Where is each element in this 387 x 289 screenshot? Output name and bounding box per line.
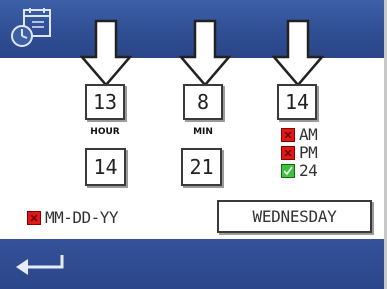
am-label: AM: [299, 125, 318, 144]
unchecked-icon: [281, 146, 295, 160]
minute-field[interactable]: 21: [181, 148, 222, 186]
unchecked-icon: [27, 211, 41, 225]
date-first-field[interactable]: 13: [85, 84, 125, 120]
24h-label: 24: [299, 161, 318, 180]
date-format-option[interactable]: MM-DD-YY: [27, 208, 119, 227]
down-arrow-icon: [80, 19, 132, 87]
date-time-settings-screen: 13 8 14 HOUR MIN 14 21 AM PM 24 MM-DD-YY…: [0, 0, 384, 289]
hour-field[interactable]: 14: [85, 148, 126, 186]
down-arrow-icon: [272, 19, 324, 87]
date-third-field[interactable]: 14: [277, 84, 317, 120]
footer-bar: [0, 239, 384, 289]
am-option[interactable]: AM: [281, 125, 318, 144]
unchecked-icon: [281, 128, 295, 142]
date-format-label: MM-DD-YY: [45, 208, 119, 227]
24h-option[interactable]: 24: [281, 161, 318, 180]
weekday-field[interactable]: WEDNESDAY: [217, 200, 372, 233]
down-arrow-icon: [179, 19, 231, 87]
date-second-field[interactable]: 8: [183, 84, 223, 120]
calendar-clock-icon: [11, 8, 51, 47]
hour-label: HOUR: [90, 127, 120, 137]
pm-label: PM: [299, 143, 318, 162]
back-arrow-icon[interactable]: [12, 251, 70, 279]
min-label: MIN: [193, 127, 213, 137]
checked-icon: [281, 164, 295, 178]
pm-option[interactable]: PM: [281, 143, 318, 162]
